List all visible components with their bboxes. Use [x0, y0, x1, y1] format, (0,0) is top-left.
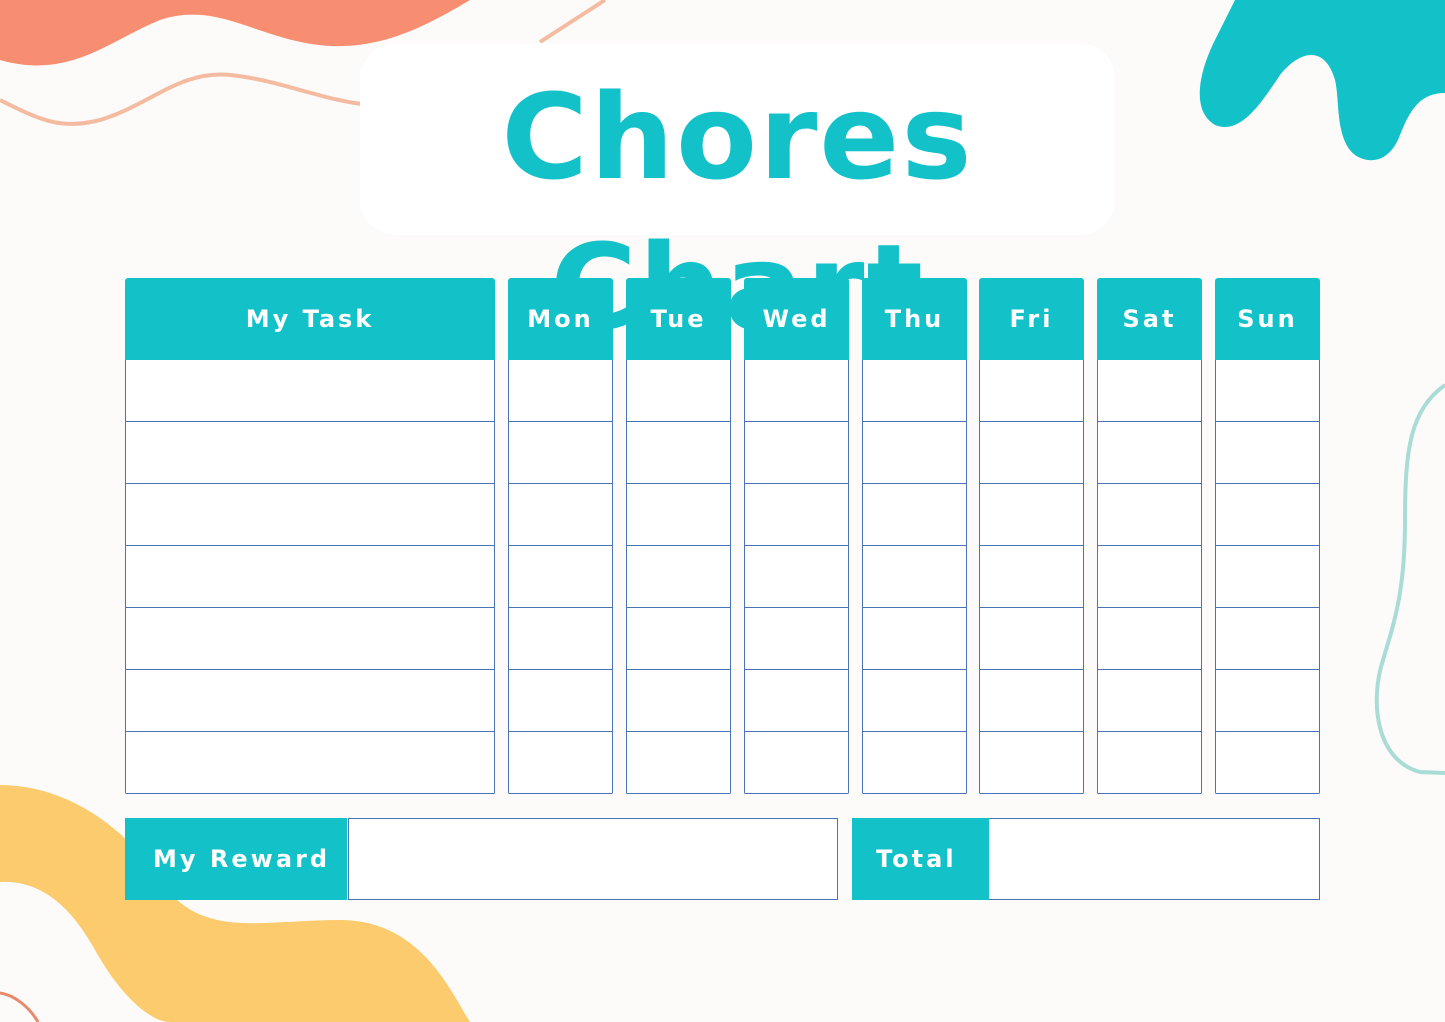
task-column: My Task	[125, 278, 495, 795]
day-cell[interactable]	[744, 360, 849, 422]
day-cell[interactable]	[1097, 484, 1202, 546]
day-header: Tue	[626, 278, 731, 360]
task-cell[interactable]	[125, 546, 495, 608]
day-cell[interactable]	[1097, 608, 1202, 670]
task-cell[interactable]	[125, 670, 495, 732]
day-cell[interactable]	[979, 422, 1084, 484]
day-cell[interactable]	[744, 670, 849, 732]
day-column-sun: Sun	[1215, 278, 1320, 795]
day-cell[interactable]	[1215, 360, 1320, 422]
day-cell[interactable]	[626, 546, 731, 608]
day-cell[interactable]	[508, 484, 613, 546]
day-cell[interactable]	[1097, 732, 1202, 794]
day-cell[interactable]	[862, 484, 967, 546]
day-cell[interactable]	[744, 484, 849, 546]
day-column-wed: Wed	[744, 278, 849, 795]
day-header: Wed	[744, 278, 849, 360]
task-cell[interactable]	[125, 422, 495, 484]
day-cell[interactable]	[508, 422, 613, 484]
day-cell[interactable]	[862, 546, 967, 608]
day-cell[interactable]	[626, 670, 731, 732]
day-cell[interactable]	[862, 732, 967, 794]
day-cell[interactable]	[979, 360, 1084, 422]
day-cell[interactable]	[1097, 422, 1202, 484]
day-cell[interactable]	[862, 608, 967, 670]
task-cell[interactable]	[125, 608, 495, 670]
day-cell[interactable]	[508, 546, 613, 608]
peach-wave-line	[0, 72, 371, 126]
reward-label: My Reward	[125, 818, 347, 900]
day-cell[interactable]	[744, 422, 849, 484]
coral-corner-line	[0, 991, 40, 1022]
day-header: Sun	[1215, 278, 1320, 360]
day-header: Mon	[508, 278, 613, 360]
task-cell[interactable]	[125, 360, 495, 422]
day-column-thu: Thu	[862, 278, 967, 795]
task-cell[interactable]	[125, 484, 495, 546]
day-cell[interactable]	[1215, 670, 1320, 732]
day-cell[interactable]	[626, 422, 731, 484]
day-column-tue: Tue	[626, 278, 731, 795]
teal-splash-shape	[1199, 0, 1445, 161]
task-cell[interactable]	[125, 732, 495, 794]
day-cell[interactable]	[1097, 670, 1202, 732]
day-header: Sat	[1097, 278, 1202, 360]
day-cell[interactable]	[1097, 360, 1202, 422]
peach-diagonal-line	[538, 0, 607, 44]
day-column-sat: Sat	[1097, 278, 1202, 795]
day-cell[interactable]	[744, 546, 849, 608]
mint-curve-line	[1374, 383, 1445, 775]
day-cell[interactable]	[1215, 484, 1320, 546]
day-cell[interactable]	[979, 608, 1084, 670]
day-cell[interactable]	[979, 484, 1084, 546]
day-cell[interactable]	[1215, 546, 1320, 608]
task-column-header: My Task	[125, 278, 495, 360]
day-cell[interactable]	[508, 608, 613, 670]
day-cell[interactable]	[979, 546, 1084, 608]
day-cell[interactable]	[979, 670, 1084, 732]
day-column-mon: Mon	[508, 278, 613, 795]
total-label: Total	[852, 818, 989, 900]
day-cell[interactable]	[862, 360, 967, 422]
day-cell[interactable]	[862, 670, 967, 732]
day-cell[interactable]	[1215, 732, 1320, 794]
day-cell[interactable]	[508, 360, 613, 422]
day-cell[interactable]	[626, 732, 731, 794]
day-cell[interactable]	[626, 484, 731, 546]
day-cell[interactable]	[1215, 422, 1320, 484]
day-cell[interactable]	[979, 732, 1084, 794]
day-column-fri: Fri	[979, 278, 1084, 795]
day-cell[interactable]	[626, 360, 731, 422]
day-cell[interactable]	[744, 608, 849, 670]
day-cell[interactable]	[1215, 608, 1320, 670]
day-cell[interactable]	[508, 732, 613, 794]
day-cell[interactable]	[744, 732, 849, 794]
day-header: Thu	[862, 278, 967, 360]
day-cell[interactable]	[508, 670, 613, 732]
day-header: Fri	[979, 278, 1084, 360]
reward-field[interactable]	[348, 818, 838, 900]
day-cell[interactable]	[626, 608, 731, 670]
day-cell[interactable]	[1097, 546, 1202, 608]
day-cell[interactable]	[862, 422, 967, 484]
